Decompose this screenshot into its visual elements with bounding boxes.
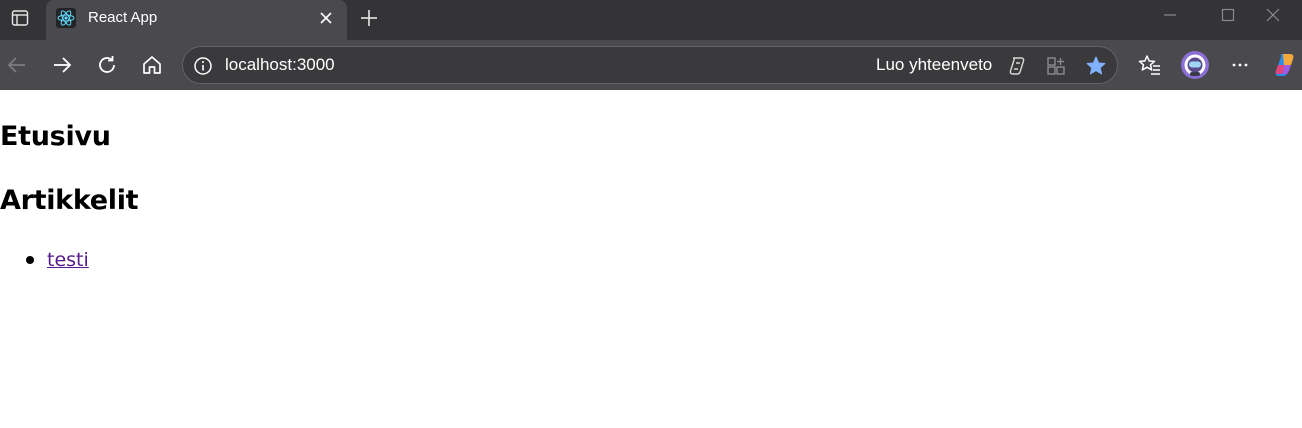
arrow-right-icon xyxy=(54,57,72,73)
apps-button[interactable] xyxy=(1044,54,1068,78)
article-list: testi xyxy=(0,246,89,274)
avatar xyxy=(1181,51,1209,79)
browser-tab-active[interactable]: React App xyxy=(46,0,347,40)
forward-button[interactable] xyxy=(46,49,78,81)
close-icon xyxy=(320,12,332,24)
info-icon[interactable] xyxy=(193,56,213,76)
reload-button[interactable] xyxy=(91,49,123,81)
favorite-button[interactable] xyxy=(1084,54,1108,78)
new-tab-button[interactable] xyxy=(355,5,383,31)
favorites-button[interactable] xyxy=(1134,49,1166,81)
home-button[interactable] xyxy=(136,49,168,81)
tab-actions-button[interactable] xyxy=(0,0,40,36)
home-icon xyxy=(143,56,161,74)
page-title: Etusivu xyxy=(0,121,111,152)
tab-actions-icon xyxy=(11,10,29,26)
list-item: testi xyxy=(0,246,89,274)
more-horizontal-icon xyxy=(1232,63,1248,67)
react-logo-icon xyxy=(56,8,76,28)
close-icon xyxy=(1266,8,1280,22)
favorites-list-icon xyxy=(1138,55,1160,75)
star-filled-icon xyxy=(1086,56,1106,75)
list-bullet xyxy=(26,256,34,264)
arrow-left-icon xyxy=(7,57,25,73)
apps-add-icon xyxy=(1047,57,1065,75)
copilot-button[interactable] xyxy=(1269,49,1301,81)
profile-button[interactable] xyxy=(1179,49,1211,81)
articles-heading: Artikkelit xyxy=(0,185,139,216)
tab-close-button[interactable] xyxy=(316,8,336,28)
refresh-icon xyxy=(99,56,115,73)
tab-title: React App xyxy=(88,9,158,26)
page-content: Etusivu Artikkelit testi xyxy=(0,90,1302,428)
maximize-icon xyxy=(1221,8,1235,22)
browser-toolbar: localhost:3000 Luo yhteenveto xyxy=(0,40,1302,90)
plus-icon xyxy=(361,10,377,26)
copilot-icon xyxy=(1275,54,1294,76)
more-options-button[interactable] xyxy=(1224,49,1256,81)
url-text[interactable]: localhost:3000 xyxy=(225,55,335,75)
copilot-outline-icon xyxy=(1009,57,1025,75)
back-button[interactable] xyxy=(1,49,33,81)
minimize-button[interactable] xyxy=(1141,0,1199,30)
article-link[interactable]: testi xyxy=(47,249,89,271)
address-bar[interactable]: localhost:3000 Luo yhteenveto xyxy=(182,46,1118,84)
close-window-button[interactable] xyxy=(1244,0,1302,30)
copilot-summary-button[interactable] xyxy=(1005,54,1029,78)
summarize-button[interactable]: Luo yhteenveto xyxy=(876,55,992,75)
minimize-icon xyxy=(1164,14,1176,16)
title-bar: React App xyxy=(0,0,1302,40)
